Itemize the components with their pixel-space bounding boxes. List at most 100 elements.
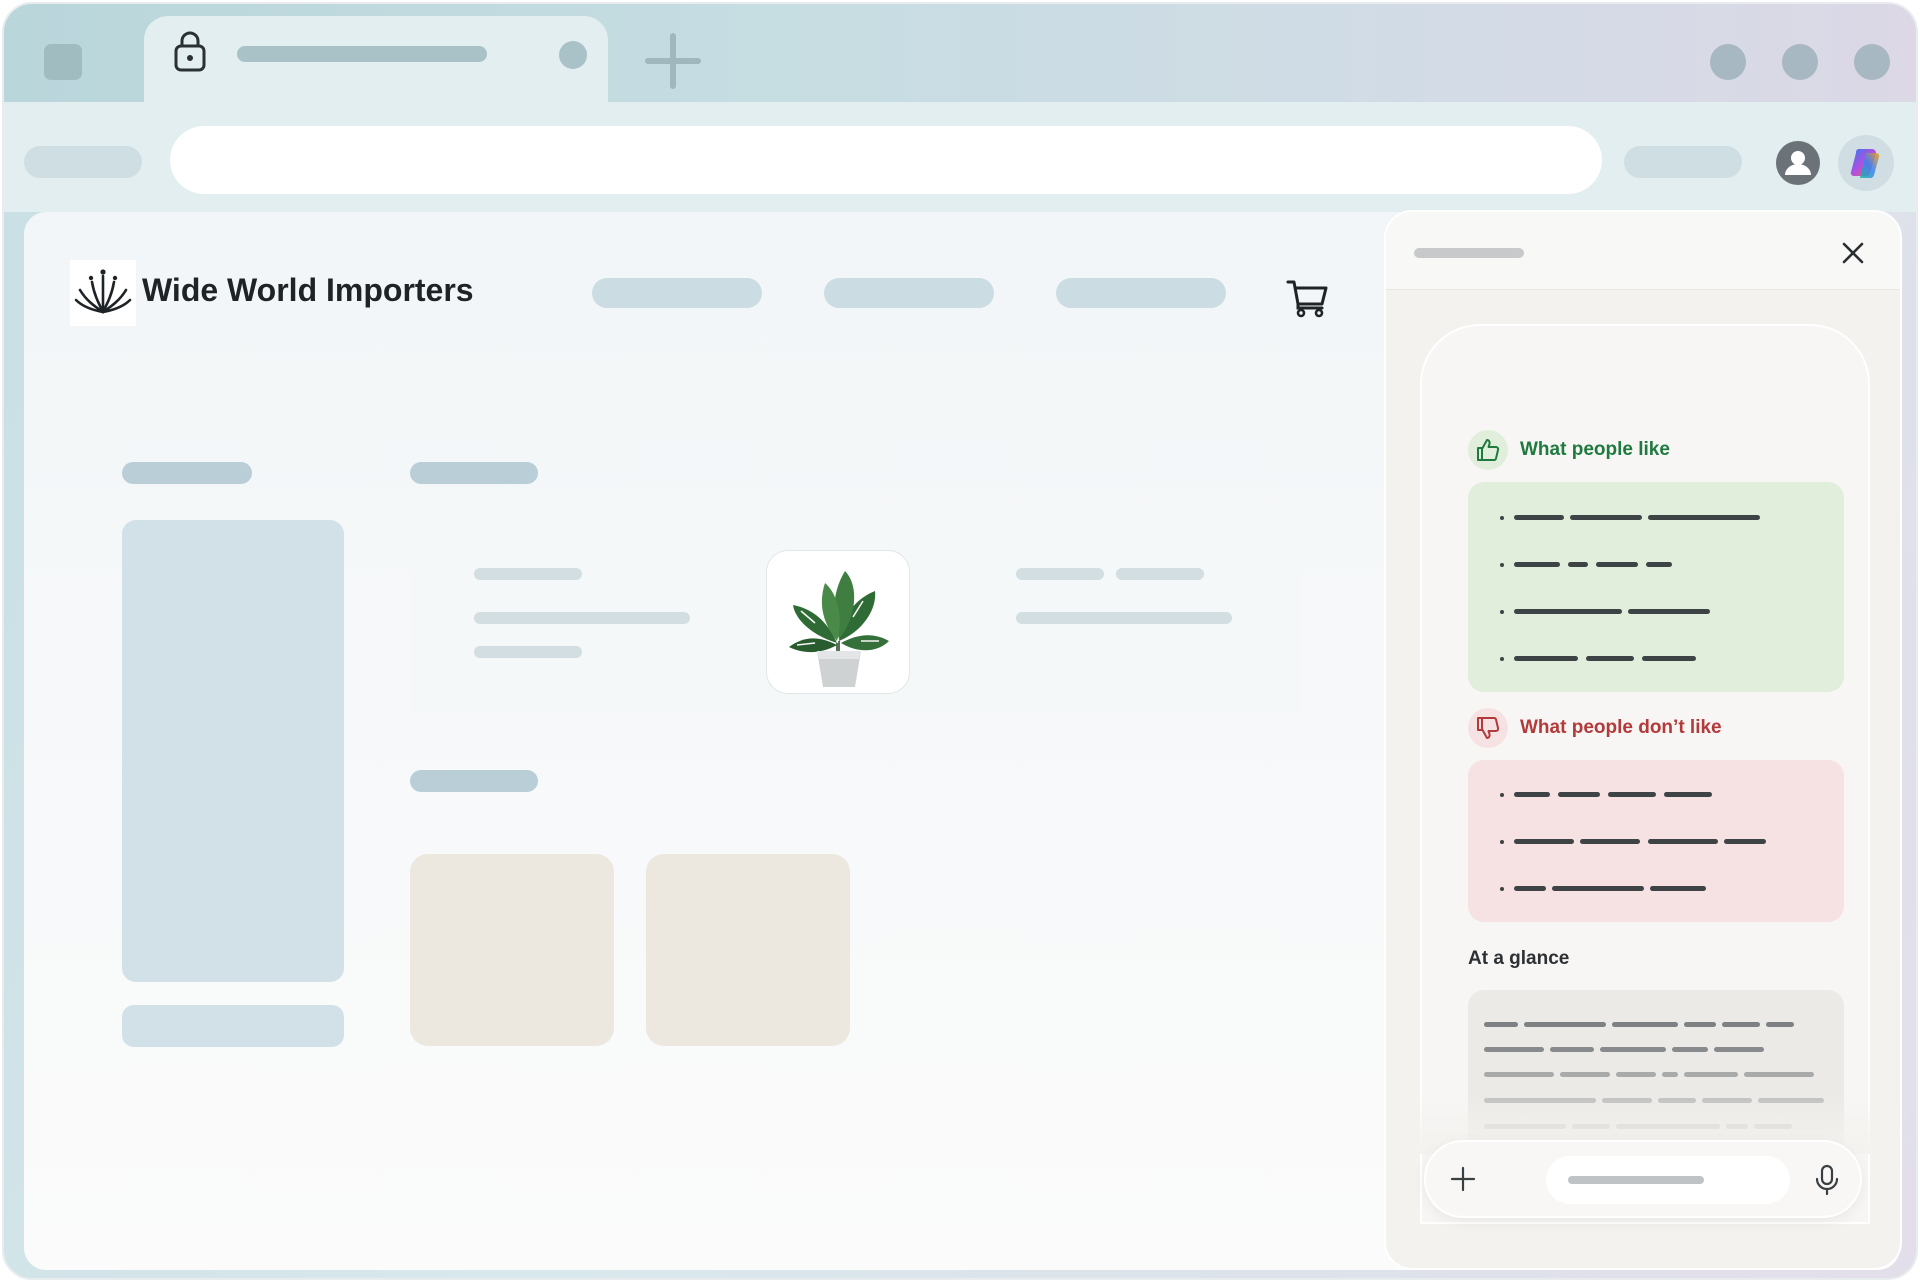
glance-title: At a glance (1468, 948, 1570, 969)
cart-icon[interactable] (1286, 278, 1330, 318)
text-placeholder (1116, 568, 1204, 580)
sidebar-button-placeholder[interactable] (122, 1005, 344, 1047)
profile-icon[interactable] (1776, 141, 1820, 185)
text-placeholder (1580, 839, 1640, 844)
address-bar[interactable] (170, 126, 1602, 194)
text-placeholder (1608, 792, 1656, 797)
tab-title-placeholder (237, 46, 487, 62)
text-placeholder (1484, 1022, 1518, 1027)
text-placeholder (1646, 562, 1672, 567)
text-placeholder (1514, 792, 1550, 797)
text-placeholder (1662, 1072, 1678, 1077)
list-bullet (1500, 657, 1504, 661)
text-placeholder (1558, 792, 1600, 797)
browser-window: Wide World Importers What people like Wh… (2, 2, 1918, 1280)
thumbs-up-icon (1468, 430, 1508, 470)
text-placeholder (1596, 562, 1638, 567)
list-bullet (1500, 793, 1504, 797)
likes-header: What people like (1468, 430, 1670, 470)
text-placeholder (1600, 1047, 1666, 1052)
text-placeholder (1744, 1072, 1814, 1077)
product-image[interactable] (766, 550, 910, 694)
dislikes-header: What people don’t like (1468, 708, 1722, 748)
text-placeholder (1766, 1022, 1794, 1027)
text-placeholder (1642, 656, 1696, 661)
text-placeholder (1514, 515, 1564, 520)
close-icon[interactable] (1838, 238, 1868, 268)
text-placeholder (1724, 839, 1766, 844)
text-placeholder (1714, 1047, 1764, 1052)
new-tab-icon[interactable] (644, 32, 702, 90)
dislikes-title: What people don’t like (1520, 717, 1722, 738)
active-tab[interactable] (144, 16, 608, 106)
maximize-button[interactable] (1782, 44, 1818, 80)
text-placeholder (1560, 1072, 1610, 1077)
text-placeholder (1514, 609, 1622, 614)
text-placeholder (1484, 1072, 1554, 1077)
dislikes-list (1468, 760, 1844, 922)
text-placeholder (1514, 886, 1546, 891)
nav-link-placeholder[interactable] (1056, 278, 1226, 308)
text-placeholder (1514, 656, 1578, 661)
tab-actions-button[interactable] (44, 44, 82, 80)
text-placeholder (1648, 839, 1718, 844)
list-bullet (1500, 840, 1504, 844)
text-placeholder (1672, 1047, 1708, 1052)
text-placeholder (1648, 515, 1760, 520)
text-placeholder (1616, 1072, 1656, 1077)
tab-strip (4, 4, 1916, 106)
close-window-button[interactable] (1854, 44, 1890, 80)
copilot-icon[interactable] (1838, 135, 1894, 191)
text-placeholder (1612, 1022, 1678, 1027)
panel-title-placeholder (1414, 248, 1524, 258)
chat-input[interactable] (1546, 1156, 1790, 1204)
text-placeholder (1664, 792, 1712, 797)
lock-icon (174, 31, 206, 72)
text-placeholder (1524, 1022, 1606, 1027)
likes-list (1468, 482, 1844, 692)
input-placeholder (1568, 1176, 1704, 1184)
minimize-button[interactable] (1710, 44, 1746, 80)
section-heading-placeholder (410, 770, 538, 792)
text-placeholder (1016, 612, 1232, 624)
list-bullet (1500, 610, 1504, 614)
tab-close-button[interactable] (559, 41, 587, 69)
text-placeholder (1514, 839, 1574, 844)
section-heading-placeholder (410, 462, 538, 484)
monstera-plant-image (789, 571, 889, 687)
text-placeholder (1722, 1022, 1760, 1027)
toolbar-actions-placeholder[interactable] (1624, 146, 1742, 178)
text-placeholder (1650, 886, 1706, 891)
list-bullet (1500, 563, 1504, 567)
sidebar-heading-placeholder (122, 462, 252, 484)
text-placeholder (474, 612, 690, 624)
text-placeholder (1684, 1022, 1716, 1027)
nav-link-placeholder[interactable] (824, 278, 994, 308)
lotus-logo-icon[interactable] (70, 260, 136, 326)
text-placeholder (1684, 1072, 1738, 1077)
text-placeholder (1016, 568, 1104, 580)
text-placeholder (1628, 609, 1710, 614)
recommendation-tile[interactable] (410, 854, 614, 1046)
likes-title: What people like (1520, 439, 1670, 460)
brand-name[interactable]: Wide World Importers (142, 272, 474, 309)
microphone-icon[interactable] (1812, 1164, 1842, 1196)
text-placeholder (1586, 656, 1634, 661)
sidebar-image-placeholder (122, 520, 344, 982)
text-placeholder (1514, 562, 1560, 567)
text-placeholder (1550, 1047, 1594, 1052)
text-placeholder (474, 568, 582, 580)
panel-header (1386, 212, 1900, 290)
recommendation-tile[interactable] (646, 854, 850, 1046)
text-placeholder (1570, 515, 1642, 520)
plus-icon[interactable] (1448, 1164, 1478, 1194)
text-placeholder (1484, 1047, 1544, 1052)
nav-buttons-placeholder[interactable] (24, 146, 142, 178)
text-placeholder (474, 646, 582, 658)
list-bullet (1500, 887, 1504, 891)
text-placeholder (1568, 562, 1588, 567)
nav-link-placeholder[interactable] (592, 278, 762, 308)
text-placeholder (1552, 886, 1644, 891)
chat-composer (1424, 1140, 1862, 1218)
list-bullet (1500, 516, 1504, 520)
